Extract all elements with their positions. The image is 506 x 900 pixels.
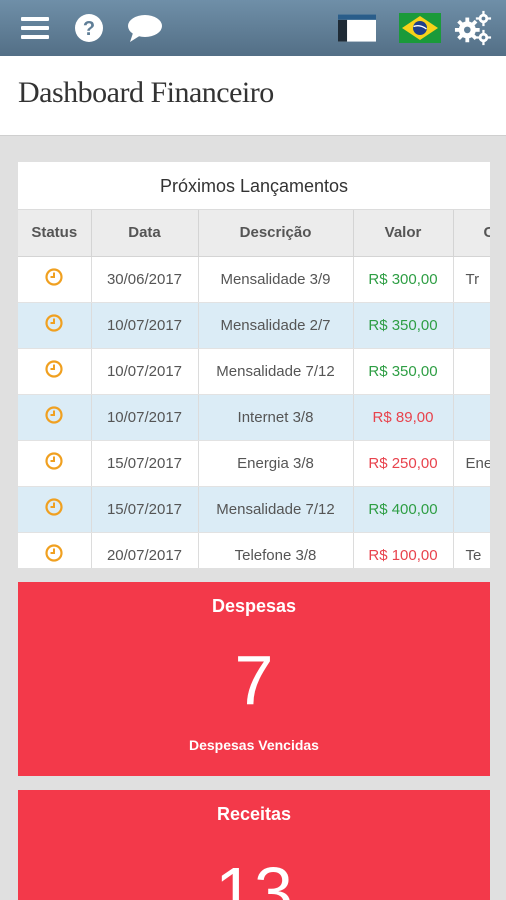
chat-button[interactable] (126, 9, 164, 47)
status-cell (18, 532, 92, 568)
status-cell (18, 302, 92, 349)
expenses-card-subtitle: Despesas Vencidas (189, 737, 319, 753)
status-cell (18, 256, 92, 303)
description-cell: Mensalidade 7/12 (198, 486, 354, 533)
clock-icon (45, 268, 63, 286)
expenses-card[interactable]: Despesas 7 Despesas Vencidas (18, 582, 490, 776)
description-cell: Telefone 3/8 (198, 532, 354, 568)
expenses-card-title: Despesas (211, 596, 297, 616)
category-cell: Tr (453, 256, 490, 303)
column-header-status[interactable]: Status (18, 210, 92, 257)
menu-button[interactable] (16, 9, 54, 47)
value-cell: R$ 300,00 (353, 256, 454, 303)
value-cell: R$ 400,00 (353, 486, 454, 533)
menu-icon (21, 17, 49, 39)
category-cell (453, 302, 490, 349)
value-cell: R$ 89,00 (353, 394, 454, 441)
page-title: Dashboard Financeiro (18, 76, 274, 109)
table-row[interactable]: 30/06/2017 Mensalidade 3/9 R$ 300,00 Tr (18, 256, 490, 303)
status-cell (18, 348, 92, 395)
value-cell: R$ 100,00 (353, 532, 454, 568)
category-cell (453, 348, 490, 395)
clock-icon (45, 360, 63, 378)
date-cell: 15/07/2017 (91, 440, 199, 487)
description-cell: Internet 3/8 (198, 394, 354, 441)
upcoming-entries-table: Status Data Descrição Valor C 30/06/2017… (18, 210, 490, 568)
table-row[interactable]: 20/07/2017 Telefone 3/8 R$ 100,00 Te (18, 532, 490, 568)
brazil-flag-icon (399, 13, 441, 43)
date-cell: 10/07/2017 (91, 302, 199, 349)
table-row[interactable]: 15/07/2017 Mensalidade 7/12 R$ 400,00 (18, 486, 490, 533)
category-cell (453, 394, 490, 441)
date-cell: 15/07/2017 (91, 486, 199, 533)
table-row[interactable]: 10/07/2017 Internet 3/8 R$ 89,00 (18, 394, 490, 441)
status-cell (18, 486, 92, 533)
date-cell: 10/07/2017 (91, 348, 199, 395)
column-header-category[interactable]: C (453, 210, 490, 257)
table-row[interactable]: 15/07/2017 Energia 3/8 R$ 250,00 Ene (18, 440, 490, 487)
top-app-bar: ? (0, 0, 506, 56)
clock-icon (45, 544, 63, 562)
description-cell: Mensalidade 2/7 (198, 302, 354, 349)
description-cell: Mensalidade 3/9 (198, 256, 354, 303)
window-icon (338, 14, 376, 42)
page-header: Dashboard Financeiro (0, 56, 506, 136)
table-row[interactable]: 10/07/2017 Mensalidade 2/7 R$ 350,00 (18, 302, 490, 349)
clock-icon (45, 498, 63, 516)
column-header-description[interactable]: Descrição (198, 210, 354, 257)
income-count: 13 (215, 853, 293, 900)
category-cell: Te (453, 532, 490, 568)
help-icon: ? (75, 14, 103, 42)
expenses-count: 7 (234, 641, 274, 719)
clock-icon (45, 406, 63, 424)
column-header-value[interactable]: Valor (353, 210, 454, 257)
date-cell: 30/06/2017 (91, 256, 199, 303)
description-cell: Energia 3/8 (198, 440, 354, 487)
value-cell: R$ 350,00 (353, 348, 454, 395)
category-cell: Ene (453, 440, 490, 487)
value-cell: R$ 250,00 (353, 440, 454, 487)
category-cell (453, 486, 490, 533)
window-button[interactable] (338, 9, 376, 47)
settings-gears-icon (454, 10, 492, 46)
language-button[interactable] (398, 9, 442, 47)
svg-text:?: ? (83, 18, 95, 40)
settings-button[interactable] (454, 9, 492, 47)
column-header-date[interactable]: Data (91, 210, 199, 257)
help-button[interactable]: ? (70, 9, 108, 47)
clock-icon (45, 452, 63, 470)
upcoming-entries-title: Próximos Lançamentos (18, 162, 490, 210)
income-card[interactable]: Receitas 13 (18, 790, 490, 900)
value-cell: R$ 350,00 (353, 302, 454, 349)
income-card-title: Receitas (216, 804, 292, 824)
upcoming-entries-card: Próximos Lançamentos Status Data Descriç… (18, 162, 490, 568)
clock-icon (45, 314, 63, 332)
date-cell: 20/07/2017 (91, 532, 199, 568)
status-cell (18, 394, 92, 441)
table-row[interactable]: 10/07/2017 Mensalidade 7/12 R$ 350,00 (18, 348, 490, 395)
description-cell: Mensalidade 7/12 (198, 348, 354, 395)
status-cell (18, 440, 92, 487)
chat-icon (128, 15, 162, 42)
table-header-row: Status Data Descrição Valor C (18, 210, 490, 257)
date-cell: 10/07/2017 (91, 394, 199, 441)
